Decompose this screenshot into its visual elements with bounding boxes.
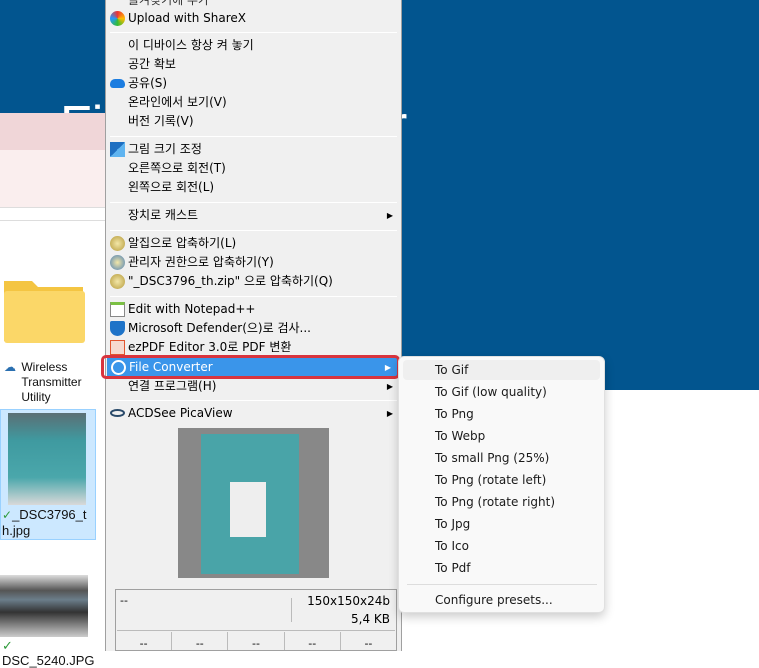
menu-item-cast-to-device[interactable]: 장치로 캐스트 ▶ xyxy=(106,206,401,225)
image-resize-icon xyxy=(110,142,125,157)
item-label: DSC_5240.JPG xyxy=(2,653,95,668)
menu-separator xyxy=(407,584,597,585)
submenu-item-to-png[interactable]: To Png xyxy=(403,404,600,424)
explorer-item-dsc5240[interactable]: ✓ DSC_5240.JPG xyxy=(2,638,102,668)
folder-icon[interactable] xyxy=(2,275,85,343)
submenu-item-to-gif-low[interactable]: To Gif (low quality) xyxy=(403,382,600,402)
info-cell: -- xyxy=(172,632,229,650)
menu-item-share[interactable]: 공유(S) xyxy=(106,74,401,93)
info-cell: -- xyxy=(285,632,341,650)
file-converter-submenu: To Gif To Gif (low quality) To Png To We… xyxy=(398,356,605,613)
info-cell: -- xyxy=(228,632,285,650)
item-label: _DSC3796_th.jpg xyxy=(2,507,87,538)
info-left: -- xyxy=(120,594,128,607)
alzip-icon xyxy=(110,236,125,251)
chevron-right-icon: ▶ xyxy=(386,409,393,418)
alzip-icon xyxy=(110,274,125,289)
picaview-info-table: -- 150x150x24b 5,4 KB -- -- -- -- -- xyxy=(115,589,397,651)
submenu-item-to-png-rotate-left[interactable]: To Png (rotate left) xyxy=(403,470,600,490)
menu-item-alzip-named[interactable]: "_DSC3796_th.zip" 으로 압축하기(Q) xyxy=(106,272,401,291)
menu-item-keep-on-device[interactable]: 이 디바이스 항상 켜 놓기 xyxy=(106,36,401,55)
menu-item-sharex[interactable]: Upload with ShareX xyxy=(106,9,401,28)
submenu-item-to-png-rotate-right[interactable]: To Png (rotate right) xyxy=(403,492,600,512)
cloud-icon: ☁ xyxy=(4,360,16,374)
image-dimensions: 150x150x24b xyxy=(307,594,390,608)
explorer-toolbar-band xyxy=(0,150,105,207)
synced-check-icon: ✓ xyxy=(2,508,13,522)
submenu-item-to-ico[interactable]: To Ico xyxy=(403,536,600,556)
alzip-admin-icon xyxy=(110,255,125,270)
chevron-right-icon: ▶ xyxy=(386,211,393,220)
chevron-right-icon: ▶ xyxy=(386,382,393,391)
notepadpp-icon xyxy=(110,302,125,317)
menu-item-rotate-right[interactable]: 오른쪽으로 회전(T) xyxy=(106,159,401,178)
sharex-icon xyxy=(110,11,125,26)
item-label: Wireless Transmitter Utility xyxy=(21,360,82,404)
submenu-item-to-small-png[interactable]: To small Png (25%) xyxy=(403,448,600,468)
menu-separator xyxy=(110,136,397,137)
divider xyxy=(0,207,105,208)
menu-separator xyxy=(110,230,397,231)
highlight-outline xyxy=(101,355,400,379)
divider xyxy=(0,220,105,221)
picaview-preview-image xyxy=(178,428,329,578)
menu-item-rotate-left[interactable]: 왼쪽으로 회전(L) xyxy=(106,178,401,197)
menu-separator xyxy=(110,296,397,297)
info-cell: -- xyxy=(364,637,373,650)
file-size: 5,4 KB xyxy=(351,612,390,626)
menu-item-resize-image[interactable]: 그림 크기 조정 xyxy=(106,140,401,159)
menu-item-view-online[interactable]: 온라인에서 보기(V) xyxy=(106,93,401,112)
explorer-item-dsc3796[interactable]: ✓_DSC3796_th.jpg xyxy=(2,507,94,539)
menu-item-notepadpp[interactable]: Edit with Notepad++ xyxy=(106,300,401,319)
ezpdf-icon xyxy=(110,340,125,355)
submenu-item-configure-presets[interactable]: Configure presets... xyxy=(403,590,600,610)
explorer-item-wireless[interactable]: ☁ Wireless Transmitter Utility xyxy=(4,360,99,405)
submenu-item-to-jpg[interactable]: To Jpg xyxy=(403,514,600,534)
submenu-item-to-pdf[interactable]: To Pdf xyxy=(403,558,600,578)
menu-separator xyxy=(110,32,397,33)
info-cell: -- xyxy=(116,632,173,650)
menu-item-free-space[interactable]: 공간 확보 xyxy=(106,55,401,74)
menu-separator xyxy=(110,400,397,401)
explorer-header-band xyxy=(0,113,105,150)
menu-item-alzip[interactable]: 알집으로 압축하기(L) xyxy=(106,234,401,253)
menu-item-version-history[interactable]: 버전 기록(V) xyxy=(106,112,401,131)
menu-item-open-with[interactable]: 연결 프로그램(H) ▶ xyxy=(106,377,401,396)
image-thumbnail[interactable] xyxy=(0,575,88,637)
submenu-item-to-webp[interactable]: To Webp xyxy=(403,426,600,446)
acdsee-icon xyxy=(110,409,125,417)
menu-separator xyxy=(110,202,397,203)
menu-item-alzip-admin[interactable]: 관리자 권한으로 압축하기(Y) xyxy=(106,253,401,272)
menu-item-defender[interactable]: Microsoft Defender(으)로 검사... xyxy=(106,319,401,338)
onedrive-icon xyxy=(110,79,125,88)
submenu-item-to-gif[interactable]: To Gif xyxy=(403,360,600,380)
defender-icon xyxy=(110,321,125,336)
menu-item-acdsee[interactable]: ACDSee PicaView ▶ xyxy=(106,404,401,423)
image-thumbnail[interactable] xyxy=(8,413,86,505)
